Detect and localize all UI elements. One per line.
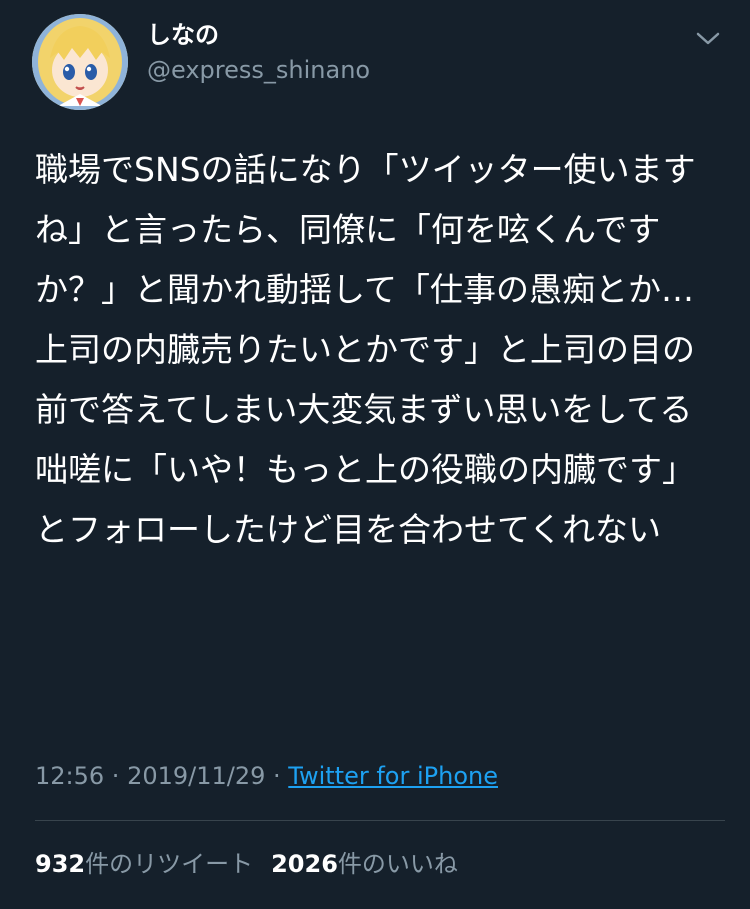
likes-stat[interactable]: 2026件のいいね xyxy=(271,850,458,878)
tweet-meta: 12:56 · 2019/11/29 · Twitter for iPhone xyxy=(35,758,498,794)
tweet-menu-button[interactable] xyxy=(690,24,726,54)
retweet-count: 932 xyxy=(35,850,86,878)
meta-separator: · xyxy=(104,762,128,790)
retweets-stat[interactable]: 932件のリツイート xyxy=(35,850,253,878)
tweet-stats: 932件のリツイート 2026件のいいね xyxy=(35,846,458,882)
like-label: 件のいいね xyxy=(337,850,458,878)
tweet-time: 12:56 xyxy=(35,762,105,790)
tweet-card: しなの @express_shinano 職場でSNSの話になり「ツイッター使い… xyxy=(0,0,750,909)
display-name[interactable]: しなの xyxy=(147,20,219,50)
retweet-label: 件のリツイート xyxy=(85,850,254,878)
tweet-date: 2019/11/29 xyxy=(127,762,266,790)
like-count: 2026 xyxy=(271,850,338,878)
meta-separator: · xyxy=(265,762,289,790)
avatar[interactable] xyxy=(32,14,128,110)
source-link[interactable]: Twitter for iPhone xyxy=(288,762,498,790)
user-handle[interactable]: @express_shinano xyxy=(147,55,370,85)
tweet-text: 職場でSNSの話になり「ツイッター使いますね」と言ったら、同僚に「何を呟くんです… xyxy=(35,150,696,549)
divider xyxy=(35,820,725,821)
chevron-down-icon xyxy=(696,32,720,45)
anime-girl-avatar-icon xyxy=(32,14,128,110)
